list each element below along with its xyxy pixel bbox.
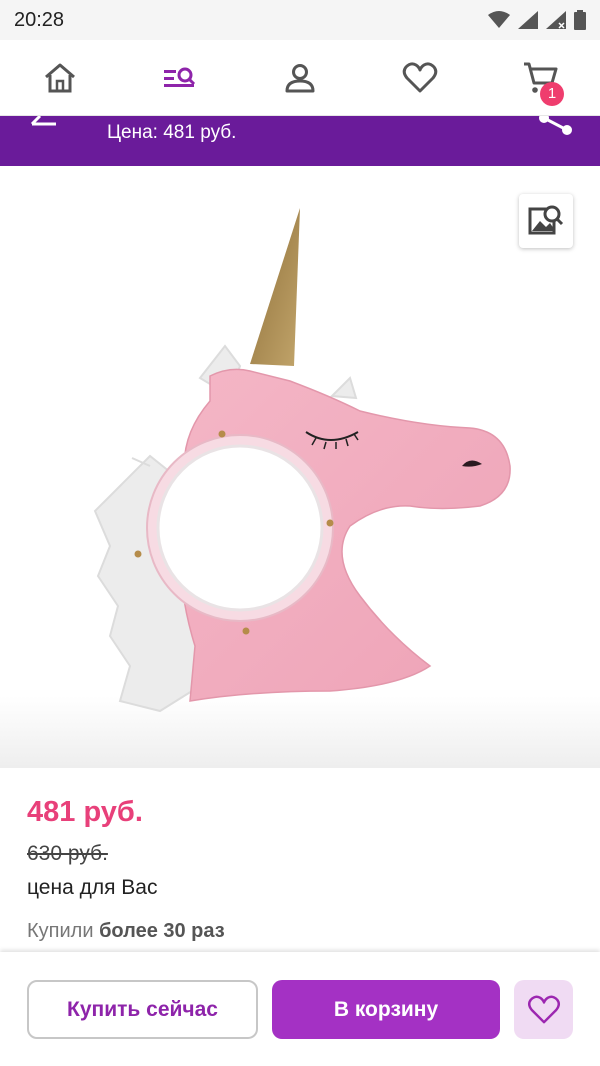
buy-now-button[interactable]: Купить сейчас xyxy=(27,980,258,1039)
signal-icon xyxy=(518,11,538,29)
share-button[interactable] xyxy=(534,113,574,140)
add-to-cart-button[interactable]: В корзину xyxy=(272,980,500,1039)
product-info: 481 руб. 630 руб. цена для Вас Купили бо… xyxy=(0,768,600,952)
signal-no-data-icon xyxy=(546,11,566,29)
catalog-search-icon xyxy=(164,67,196,87)
bought-prefix: Купили xyxy=(27,920,94,942)
status-time: 20:28 xyxy=(14,8,65,31)
nav-cart[interactable]: 1 xyxy=(504,42,576,114)
nav-home[interactable] xyxy=(24,42,96,114)
back-arrow-icon xyxy=(30,114,56,126)
bought-count: Купили более 30 раз xyxy=(27,920,225,943)
top-navigation: 1 xyxy=(0,40,600,116)
status-bar: 20:28 xyxy=(0,0,600,40)
status-icons xyxy=(488,10,586,30)
product-image[interactable] xyxy=(0,166,600,768)
bought-value: более 30 раз xyxy=(99,920,225,942)
current-price: 481 руб. xyxy=(27,796,143,828)
battery-icon xyxy=(574,10,586,30)
nav-catalog-search[interactable] xyxy=(144,42,216,114)
product-screen: 20:28 1 Цена: 481 руб. 481 руб. 630 руб.… xyxy=(0,0,600,1066)
share-icon xyxy=(539,113,572,135)
product-header-bar: Цена: 481 руб. xyxy=(0,113,600,166)
add-to-favorites-button[interactable] xyxy=(514,980,573,1039)
image-search-button[interactable] xyxy=(519,194,573,248)
back-button[interactable] xyxy=(28,114,68,136)
wifi-icon xyxy=(488,11,510,28)
home-icon xyxy=(45,63,75,92)
unicorn-piggy-bank-image xyxy=(93,208,511,713)
heart-icon xyxy=(527,995,560,1023)
bottom-action-bar: Купить сейчас В корзину xyxy=(0,952,600,1066)
profile-icon xyxy=(285,63,315,92)
old-price: 630 руб. xyxy=(27,842,108,865)
header-price: Цена: 481 руб. xyxy=(107,122,237,143)
image-search-icon xyxy=(528,205,564,235)
heart-icon xyxy=(402,61,438,92)
cart-count-badge: 1 xyxy=(540,81,564,106)
nav-profile[interactable] xyxy=(264,42,336,114)
price-note: цена для Вас xyxy=(27,876,158,899)
nav-favorites[interactable] xyxy=(384,42,456,114)
